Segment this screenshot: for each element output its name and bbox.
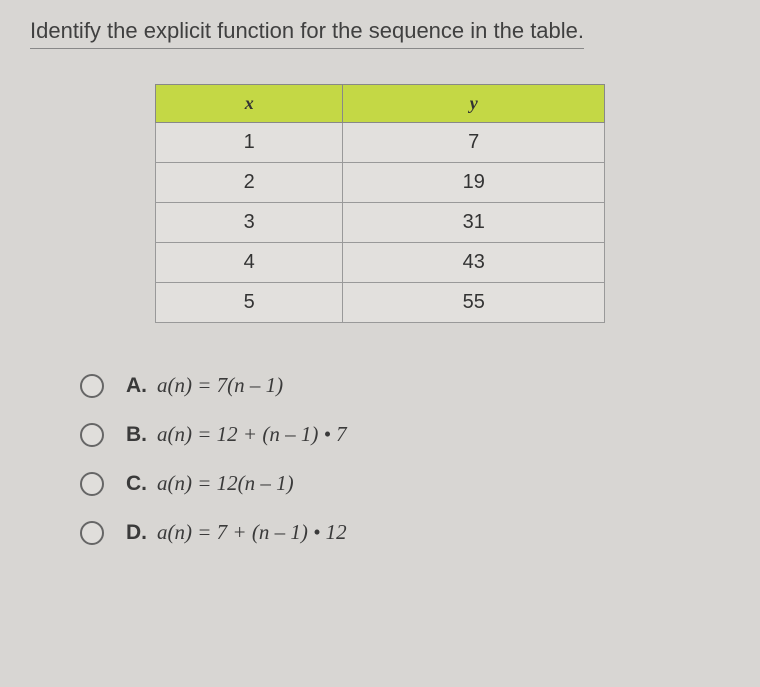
cell-x: 3 xyxy=(156,203,343,243)
cell-x: 2 xyxy=(156,163,343,203)
radio-icon[interactable] xyxy=(80,472,104,496)
option-formula: a(n) = 7(n – 1) xyxy=(157,373,283,398)
cell-x: 5 xyxy=(156,283,343,323)
cell-x: 1 xyxy=(156,123,343,163)
cell-y: 31 xyxy=(343,203,605,243)
option-formula: a(n) = 12(n – 1) xyxy=(157,471,294,496)
table-container: x y 1 7 2 19 3 31 4 43 5 55 xyxy=(30,84,730,323)
radio-icon[interactable] xyxy=(80,521,104,545)
cell-y: 55 xyxy=(343,283,605,323)
option-label: D. xyxy=(126,521,147,545)
option-b[interactable]: B. a(n) = 12 + (n – 1) • 7 xyxy=(80,422,730,447)
option-c[interactable]: C. a(n) = 12(n – 1) xyxy=(80,471,730,496)
option-label: A. xyxy=(126,374,147,398)
radio-icon[interactable] xyxy=(80,423,104,447)
cell-y: 43 xyxy=(343,243,605,283)
cell-y: 19 xyxy=(343,163,605,203)
cell-x: 4 xyxy=(156,243,343,283)
option-formula: a(n) = 12 + (n – 1) • 7 xyxy=(157,422,347,447)
question-text: Identify the explicit function for the s… xyxy=(30,18,584,49)
data-table: x y 1 7 2 19 3 31 4 43 5 55 xyxy=(155,84,605,323)
table-row: 2 19 xyxy=(156,163,605,203)
option-formula: a(n) = 7 + (n – 1) • 12 xyxy=(157,520,347,545)
table-row: 5 55 xyxy=(156,283,605,323)
options-list: A. a(n) = 7(n – 1) B. a(n) = 12 + (n – 1… xyxy=(30,373,730,545)
option-a[interactable]: A. a(n) = 7(n – 1) xyxy=(80,373,730,398)
option-label: C. xyxy=(126,472,147,496)
table-header-x: x xyxy=(156,85,343,123)
table-row: 1 7 xyxy=(156,123,605,163)
table-row: 3 31 xyxy=(156,203,605,243)
option-label: B. xyxy=(126,423,147,447)
radio-icon[interactable] xyxy=(80,374,104,398)
cell-y: 7 xyxy=(343,123,605,163)
table-header-y: y xyxy=(343,85,605,123)
table-row: 4 43 xyxy=(156,243,605,283)
option-d[interactable]: D. a(n) = 7 + (n – 1) • 12 xyxy=(80,520,730,545)
